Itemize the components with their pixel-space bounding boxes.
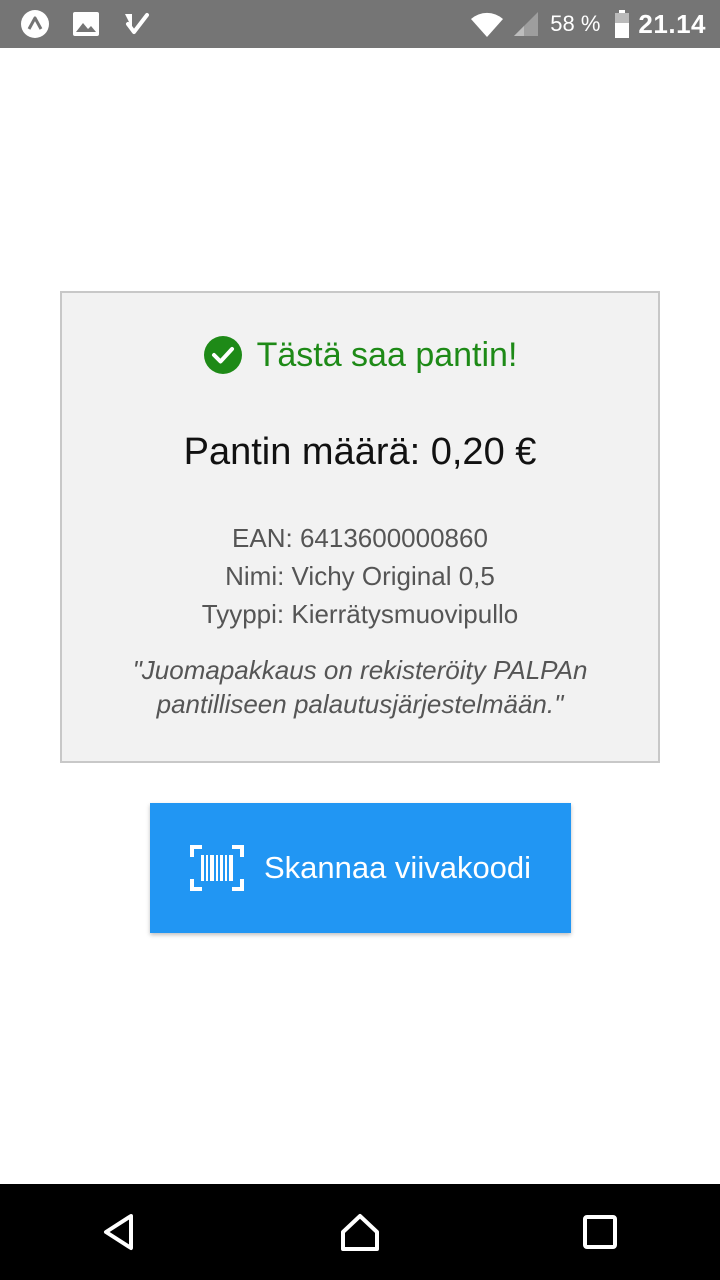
nav-back-button[interactable] xyxy=(72,1184,168,1280)
scan-barcode-button[interactable]: Skannaa viivakoodi xyxy=(150,803,571,933)
tasks-check-icon xyxy=(122,10,150,38)
battery-percent: 58 % xyxy=(550,11,601,36)
ean-text: EAN: 6413600000860 xyxy=(232,523,488,553)
deposit-status-text: Tästä saa pantin! xyxy=(256,335,518,374)
scan-button-label: Skannaa viivakoodi xyxy=(263,850,532,885)
status-bar-right: 58 % 21.14 xyxy=(462,9,706,40)
deposit-status: Tästä saa pantin! xyxy=(62,335,658,375)
status-bar: 58 % 21.14 xyxy=(0,0,720,48)
nav-recents-button[interactable] xyxy=(552,1184,648,1280)
image-icon xyxy=(72,11,100,37)
home-icon xyxy=(341,1214,379,1251)
back-icon xyxy=(104,1214,133,1250)
battery-icon xyxy=(614,10,630,38)
barcode-scan-icon xyxy=(189,845,244,891)
product-name-text: Nimi: Vichy Original 0,5 xyxy=(225,561,495,591)
check-circle-icon xyxy=(203,336,242,374)
quote-line-1: "Juomapakkaus on rekisteröity PALPAn xyxy=(132,655,588,685)
registration-quote: "Juomapakkaus on rekisteröity PALPAn pan… xyxy=(102,653,618,721)
signal-icon xyxy=(512,10,540,38)
nav-home-button[interactable] xyxy=(312,1184,408,1280)
quote-line-2: pantilliseen palautusjärjestelmään." xyxy=(156,689,564,719)
recents-icon xyxy=(583,1215,617,1249)
status-clock: 21.14 xyxy=(638,8,706,39)
status-bar-left xyxy=(20,9,172,39)
navigation-bar xyxy=(0,1184,720,1280)
result-card: Tästä saa pantin! Pantin määrä: 0,20 € E… xyxy=(60,291,660,763)
wifi-icon xyxy=(470,10,504,38)
deposit-amount: Pantin määrä: 0,20 € xyxy=(183,431,537,473)
product-details: EAN: 6413600000860 Nimi: Vichy Original … xyxy=(62,519,658,633)
package-type-text: Tyyppi: Kierrätysmuovipullo xyxy=(201,599,519,629)
expo-icon xyxy=(20,9,50,39)
app-screen: 58 % 21.14 Tästä saa pantin! Pantin määr… xyxy=(0,0,720,1280)
